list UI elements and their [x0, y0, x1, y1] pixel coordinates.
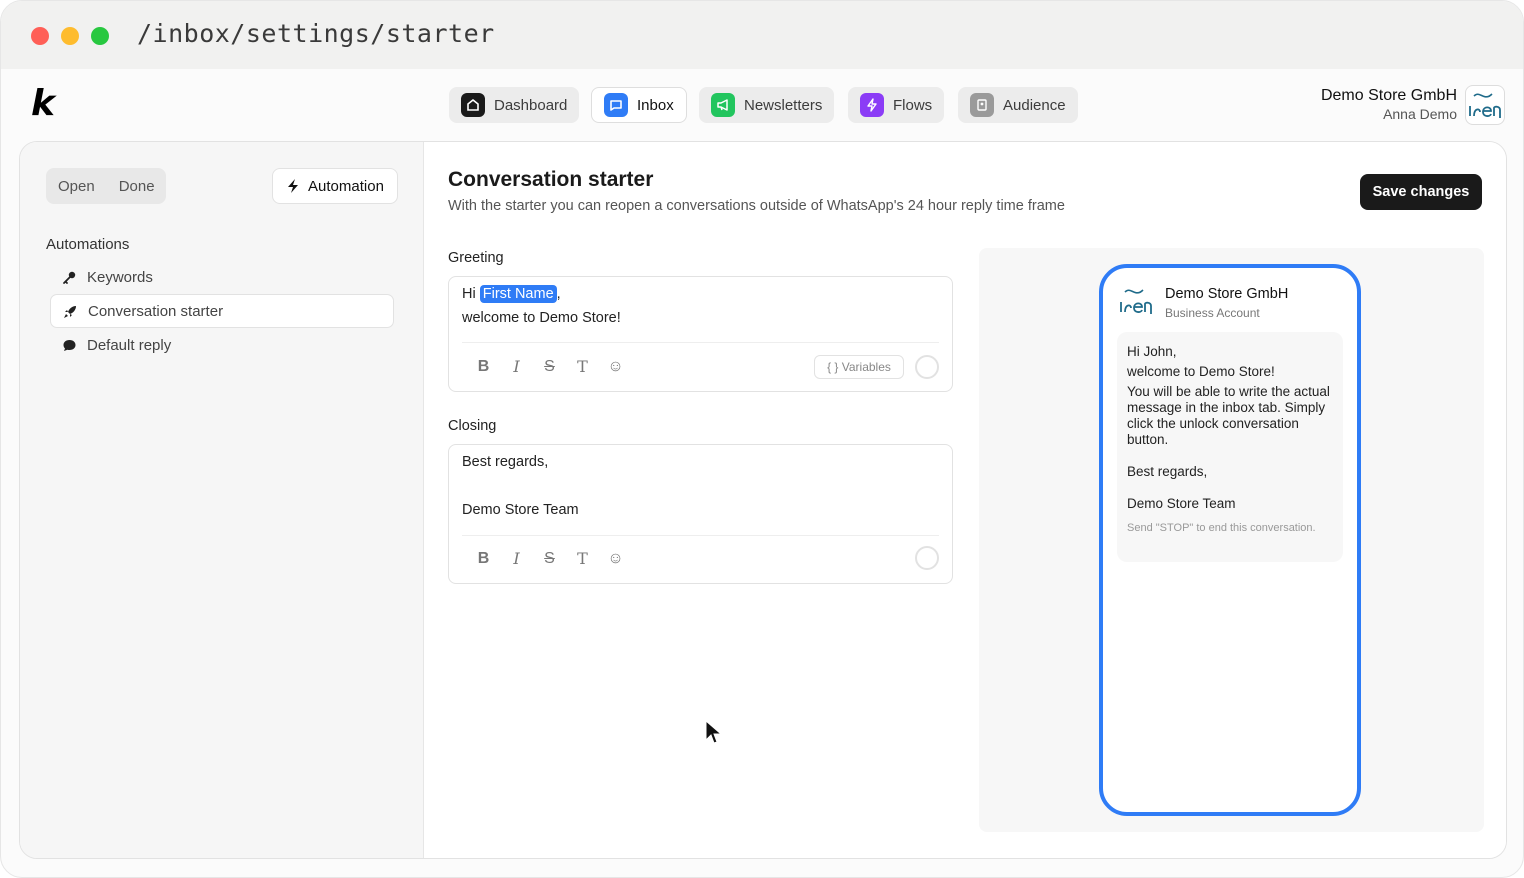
preview-footer: Send "STOP" to end this conversation. — [1127, 522, 1316, 534]
preview-welcome: welcome to Demo Store! — [1127, 364, 1275, 379]
dashboard-icon — [461, 93, 485, 117]
greeting-format-toolbar: B I S T ☺ — [467, 357, 632, 376]
settings-panel: Open Done Automation Automations Keyword… — [19, 141, 1507, 859]
close-window-button[interactable] — [31, 27, 49, 45]
account-user: Anna Demo — [1383, 106, 1457, 122]
maximize-window-button[interactable] — [91, 27, 109, 45]
megaphone-icon — [711, 93, 735, 117]
preview-greeting: Hi John, — [1127, 344, 1177, 359]
lightning-icon — [288, 179, 299, 193]
first-name-variable-chip[interactable]: First Name — [479, 285, 557, 303]
main-content: Conversation starter With the starter yo… — [425, 142, 1506, 858]
preview-body: You will be able to write the actual mes… — [1127, 384, 1330, 447]
character-count-ring — [915, 546, 939, 570]
bold-icon[interactable]: B — [467, 358, 500, 376]
nav-dashboard[interactable]: Dashboard — [449, 87, 580, 123]
speech-bubble-icon — [63, 339, 76, 351]
automation-button[interactable]: Automation — [272, 168, 398, 204]
nav-label: Dashboard — [494, 96, 568, 114]
closing-line-2[interactable]: Demo Store Team — [462, 502, 579, 518]
open-done-toggle[interactable]: Open Done — [46, 168, 166, 204]
save-changes-button[interactable]: Save changes — [1360, 174, 1482, 210]
text-style-icon[interactable]: T — [566, 549, 599, 568]
rocket-icon — [64, 305, 76, 318]
greeting-line-2[interactable]: welcome to Demo Store! — [462, 310, 621, 326]
toggle-open[interactable]: Open — [58, 178, 95, 195]
editor-divider — [462, 342, 939, 343]
message-preview: Demo Store GmbH Business Account Hi John… — [979, 248, 1484, 832]
emoji-icon[interactable]: ☺ — [599, 550, 632, 568]
nav-label: Newsletters — [744, 96, 823, 114]
emoji-icon[interactable]: ☺ — [599, 358, 632, 376]
mouse-cursor-icon — [705, 720, 723, 744]
phone-mockup: Demo Store GmbH Business Account Hi John… — [1099, 264, 1361, 816]
preview-message-bubble: Hi John, welcome to Demo Store! You will… — [1117, 332, 1343, 562]
character-count-ring — [915, 355, 939, 379]
text-style-icon[interactable]: T — [566, 357, 599, 376]
sidebar-item-label: Default reply — [87, 336, 172, 354]
preview-business-name: Demo Store GmbH — [1165, 286, 1289, 302]
contacts-icon — [970, 93, 994, 117]
browser-window: /inbox/settings/starter k Dashboard Inbo… — [0, 0, 1524, 878]
sidebar-item-keywords[interactable]: Keywords — [50, 260, 394, 294]
app-logo[interactable]: k — [31, 83, 55, 124]
page-title: Conversation starter — [448, 168, 654, 191]
nav-inbox[interactable]: Inbox — [591, 87, 687, 123]
nav-label: Audience — [1003, 96, 1066, 114]
italic-icon[interactable]: I — [500, 357, 533, 376]
nav-newsletters[interactable]: Newsletters — [699, 87, 835, 123]
app-header: k Dashboard Inbox Newsletters Flows Audi… — [1, 69, 1523, 143]
nav-label: Inbox — [637, 96, 674, 114]
sidebar-item-default-reply[interactable]: Default reply — [50, 328, 394, 362]
account-name: Demo Store GmbH — [1320, 87, 1457, 104]
account-avatar[interactable] — [1465, 85, 1505, 125]
strikethrough-icon[interactable]: S — [533, 550, 566, 568]
automation-button-label: Automation — [308, 177, 384, 195]
variables-button[interactable]: { } Variables — [814, 355, 904, 379]
closing-editor[interactable]: Best regards, Demo Store Team B I S T ☺ — [448, 444, 953, 584]
toggle-done[interactable]: Done — [119, 178, 155, 195]
greeting-suffix: , — [556, 286, 561, 302]
chat-bubble-icon — [604, 93, 628, 117]
bold-icon[interactable]: B — [467, 550, 500, 568]
sidebar: Open Done Automation Automations Keyword… — [20, 142, 424, 858]
nav-audience[interactable]: Audience — [958, 87, 1078, 123]
greeting-prefix: Hi — [462, 286, 476, 302]
lightning-icon — [860, 93, 884, 117]
sidebar-item-conversation-starter[interactable]: Conversation starter — [50, 294, 394, 328]
nav-flows[interactable]: Flows — [848, 87, 945, 123]
title-bar: /inbox/settings/starter — [1, 1, 1523, 69]
sidebar-item-label: Conversation starter — [88, 302, 224, 320]
closing-format-toolbar: B I S T ☺ — [467, 549, 632, 568]
greeting-label: Greeting — [448, 250, 504, 266]
key-icon — [63, 271, 76, 284]
minimize-window-button[interactable] — [61, 27, 79, 45]
italic-icon[interactable]: I — [500, 549, 533, 568]
page-subtitle: With the starter you can reopen a conver… — [448, 198, 1065, 214]
strikethrough-icon[interactable]: S — [533, 358, 566, 376]
url-path: /inbox/settings/starter — [137, 19, 495, 48]
closing-line-1[interactable]: Best regards, — [462, 454, 548, 470]
sidebar-item-label: Keywords — [87, 268, 153, 286]
preview-signature: Demo Store Team — [1127, 496, 1236, 511]
brand-logo-icon — [1469, 93, 1501, 118]
preview-account-type: Business Account — [1165, 306, 1260, 320]
greeting-line-1[interactable]: Hi First Name, — [462, 285, 561, 303]
closing-label: Closing — [448, 418, 497, 434]
brand-logo-icon — [1120, 289, 1152, 314]
automations-heading: Automations — [46, 236, 130, 253]
editor-divider — [462, 535, 939, 536]
account-info[interactable]: Demo Store GmbH Anna Demo — [1321, 87, 1457, 122]
greeting-editor[interactable]: Hi First Name, welcome to Demo Store! B … — [448, 276, 953, 392]
preview-closing: Best regards, — [1127, 464, 1208, 479]
nav-label: Flows — [893, 96, 933, 114]
